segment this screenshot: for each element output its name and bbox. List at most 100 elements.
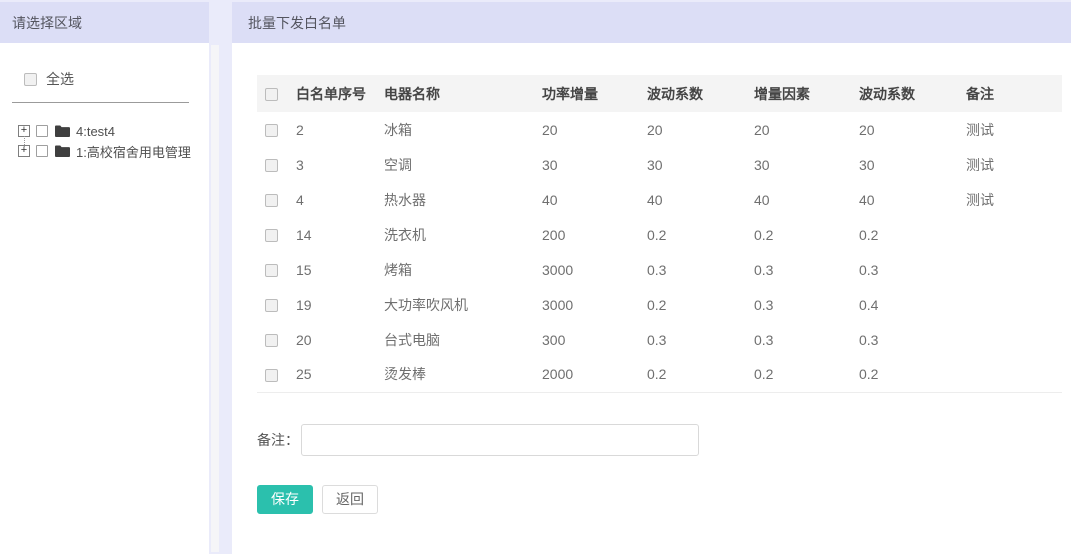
table-header-row: 白名单序号电器名称功率增量波动系数增量因素波动系数备注 (257, 75, 1062, 112)
table-cell (966, 252, 1062, 287)
row-checkbox-cell (257, 112, 296, 147)
table-cell: 30 (647, 147, 754, 182)
row-checkbox[interactable] (265, 194, 278, 207)
table-row: 4热水器40404040测试 (257, 182, 1062, 217)
table-cell: 40 (754, 182, 859, 217)
select-all-row: 全选 (24, 69, 209, 89)
select-all-checkbox[interactable] (24, 73, 37, 86)
folder-icon (55, 145, 70, 157)
column-header: 波动系数 (647, 75, 754, 112)
row-checkbox-cell (257, 147, 296, 182)
left-panel-scrollbar[interactable] (211, 45, 219, 552)
whitelist-table-wrap: 白名单序号电器名称功率增量波动系数增量因素波动系数备注 2冰箱20202020测… (257, 75, 1062, 393)
row-checkbox-cell (257, 252, 296, 287)
table-row: 14洗衣机2000.20.20.2 (257, 217, 1062, 252)
table-cell: 200 (542, 217, 647, 252)
table-cell: 0.2 (647, 287, 754, 322)
remark-row: 备注： (257, 424, 1071, 456)
table-cell: 测试 (966, 147, 1062, 182)
table-row: 20台式电脑3000.30.30.3 (257, 322, 1062, 357)
back-button[interactable]: 返回 (322, 485, 378, 514)
column-header: 白名单序号 (296, 75, 384, 112)
table-cell: 20 (754, 112, 859, 147)
table-cell: 0.3 (647, 322, 754, 357)
folder-icon (55, 125, 70, 137)
table-cell: 0.4 (859, 287, 966, 322)
expand-icon[interactable]: + (18, 145, 30, 157)
table-cell: 30 (542, 147, 647, 182)
table-cell: 测试 (966, 112, 1062, 147)
table-cell: 大功率吹风机 (384, 287, 542, 322)
table-cell (966, 322, 1062, 357)
expand-icon[interactable]: + (18, 125, 30, 137)
row-checkbox[interactable] (265, 124, 278, 137)
table-cell: 0.2 (754, 217, 859, 252)
table-row: 25烫发棒20000.20.20.2 (257, 357, 1062, 392)
table-cell: 40 (647, 182, 754, 217)
table-cell: 冰箱 (384, 112, 542, 147)
table-cell: 0.3 (647, 252, 754, 287)
column-header: 增量因素 (754, 75, 859, 112)
table-cell: 2 (296, 112, 384, 147)
save-button[interactable]: 保存 (257, 485, 313, 514)
tree-node-checkbox[interactable] (36, 145, 48, 157)
table-cell: 40 (859, 182, 966, 217)
table-cell: 0.2 (647, 357, 754, 392)
table-cell: 25 (296, 357, 384, 392)
row-checkbox-cell (257, 217, 296, 252)
table-cell: 洗衣机 (384, 217, 542, 252)
table-cell: 0.3 (859, 252, 966, 287)
table-cell (966, 357, 1062, 392)
table-cell: 20 (542, 112, 647, 147)
table-cell: 烤箱 (384, 252, 542, 287)
remark-label: 备注： (257, 430, 299, 450)
row-checkbox[interactable] (265, 229, 278, 242)
row-checkbox-cell (257, 357, 296, 392)
table-cell: 4 (296, 182, 384, 217)
tree-node-label[interactable]: 4:test4 (76, 124, 115, 139)
tree-node-checkbox[interactable] (36, 125, 48, 137)
table-cell (966, 287, 1062, 322)
button-row: 保存 返回 (257, 485, 1071, 514)
table-cell: 测试 (966, 182, 1062, 217)
table-cell: 0.3 (754, 252, 859, 287)
tree-node[interactable]: +1:高校宿舍用电管理 (18, 141, 209, 161)
table-cell: 台式电脑 (384, 322, 542, 357)
row-checkbox[interactable] (265, 299, 278, 312)
remark-input[interactable] (301, 424, 699, 456)
row-checkbox[interactable] (265, 334, 278, 347)
select-all-rows-checkbox[interactable] (265, 88, 278, 101)
whitelist-table: 白名单序号电器名称功率增量波动系数增量因素波动系数备注 2冰箱20202020测… (257, 75, 1062, 393)
divider (12, 102, 189, 103)
table-cell: 0.2 (647, 217, 754, 252)
table-cell: 15 (296, 252, 384, 287)
table-cell: 3000 (542, 252, 647, 287)
table-cell: 烫发棒 (384, 357, 542, 392)
table-cell: 2000 (542, 357, 647, 392)
column-header: 功率增量 (542, 75, 647, 112)
table-cell: 热水器 (384, 182, 542, 217)
row-checkbox[interactable] (265, 264, 278, 277)
row-checkbox[interactable] (265, 369, 278, 382)
row-checkbox[interactable] (265, 159, 278, 172)
table-cell: 3 (296, 147, 384, 182)
row-checkbox-cell (257, 322, 296, 357)
table-cell: 300 (542, 322, 647, 357)
table-cell: 20 (296, 322, 384, 357)
table-cell: 30 (859, 147, 966, 182)
header-checkbox-cell (257, 75, 296, 112)
table-cell: 20 (647, 112, 754, 147)
table-cell: 0.3 (754, 322, 859, 357)
table-cell: 40 (542, 182, 647, 217)
table-cell: 0.3 (859, 322, 966, 357)
table-row: 19大功率吹风机30000.20.30.4 (257, 287, 1062, 322)
table-cell (966, 217, 1062, 252)
table-cell: 19 (296, 287, 384, 322)
table-cell: 空调 (384, 147, 542, 182)
main-panel-title: 批量下发白名单 (232, 2, 1071, 43)
tree-node-label[interactable]: 1:高校宿舍用电管理 (76, 142, 191, 161)
tree-node[interactable]: +4:test4 (18, 121, 209, 141)
whitelist-panel: 批量下发白名单 白名单序号电器名称功率增量波动系数增量因素波动系数备注 2冰箱2… (232, 2, 1071, 554)
select-all-label: 全选 (46, 69, 74, 89)
row-checkbox-cell (257, 182, 296, 217)
